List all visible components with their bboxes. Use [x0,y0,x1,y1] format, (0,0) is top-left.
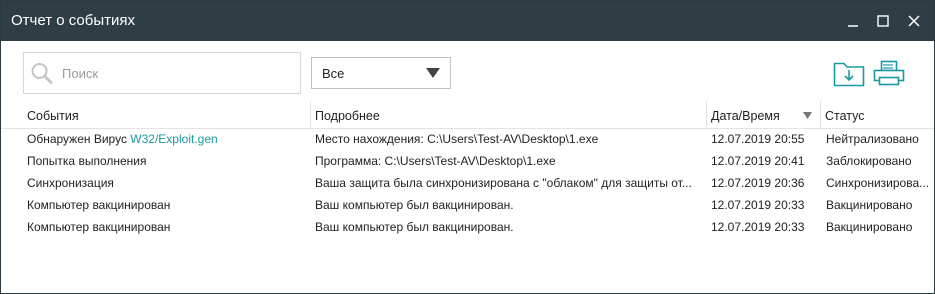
datetime-cell: 12.07.2019 20:33 [711,220,805,234]
datetime-cell: 12.07.2019 20:55 [711,132,805,146]
maximize-button[interactable] [871,9,895,33]
event-report-window: Отчет о событиях Все [0,0,935,294]
status-cell: Вакцинировано [826,198,913,212]
export-button[interactable] [833,59,865,90]
column-header-events[interactable]: События [23,101,309,129]
event-cell: Обнаружен Вирус W32/Exploit.gen [23,132,309,146]
details-cell: Программа: C:\Users\Test-AV\Desktop\1.ex… [315,154,556,168]
status-cell: Синхронизирова... [826,176,930,190]
column-header-status[interactable]: Статус [820,101,934,129]
table-row[interactable]: Компьютер вакцинирован Ваш компьютер был… [1,195,934,217]
table-row[interactable]: Попытка выполнения Программа: C:\Users\T… [1,151,934,173]
datetime-cell: 12.07.2019 20:33 [711,198,805,212]
minimize-button[interactable] [841,9,865,33]
status-cell: Нейтрализовано [826,132,919,146]
event-cell: Попытка выполнения [27,154,147,168]
details-cell: Ваш компьютер был вакцинирован. [315,198,514,212]
printer-icon [873,60,905,86]
event-cell: Компьютер вакцинирован [27,198,171,212]
details-cell: Ваша защита была синхронизирована с "обл… [315,176,692,190]
folder-download-icon [833,62,865,87]
status-cell: Заблокировано [826,154,912,168]
sort-desc-icon [803,112,812,119]
title-bar: Отчет о событиях [1,1,934,41]
content-area: Все События Подробнее [1,41,934,293]
events-table: События Подробнее Дата/Время Статус Обна… [1,101,934,239]
table-header: События Подробнее Дата/Время Статус [1,101,934,129]
close-button[interactable] [902,9,926,33]
table-row[interactable]: Обнаружен Вирус W32/Exploit.gen Место на… [1,129,934,151]
details-cell: Ваш компьютер был вакцинирован. [315,220,514,234]
datetime-cell: 12.07.2019 20:36 [711,176,805,190]
status-cell: Вакцинировано [826,220,913,234]
search-icon [30,61,54,88]
filter-select[interactable]: Все [311,57,451,89]
virus-name-link[interactable]: W32/Exploit.gen [130,132,217,146]
search-box[interactable] [23,52,301,94]
table-row[interactable]: Синхронизация Ваша защита была синхрониз… [1,173,934,195]
window-title: Отчет о событиях [11,12,135,29]
datetime-cell: 12.07.2019 20:41 [711,154,805,168]
column-header-details[interactable]: Подробнее [310,101,706,129]
close-icon [908,15,920,27]
event-cell: Синхронизация [27,176,114,190]
column-header-datetime-label: Дата/Время [711,109,780,123]
table-row[interactable]: Компьютер вакцинирован Ваш компьютер был… [1,217,934,239]
maximize-icon [877,15,889,27]
details-cell: Место нахождения: C:\Users\Test-AV\Deskt… [315,132,599,146]
column-header-datetime[interactable]: Дата/Время [706,101,820,129]
minimize-icon [848,25,858,27]
search-input[interactable] [62,64,292,82]
print-button[interactable] [873,59,905,90]
chevron-down-icon [426,68,440,78]
filter-selected-value: Все [322,66,345,81]
event-cell: Компьютер вакцинирован [27,220,171,234]
event-text: Обнаружен Вирус [27,132,131,146]
